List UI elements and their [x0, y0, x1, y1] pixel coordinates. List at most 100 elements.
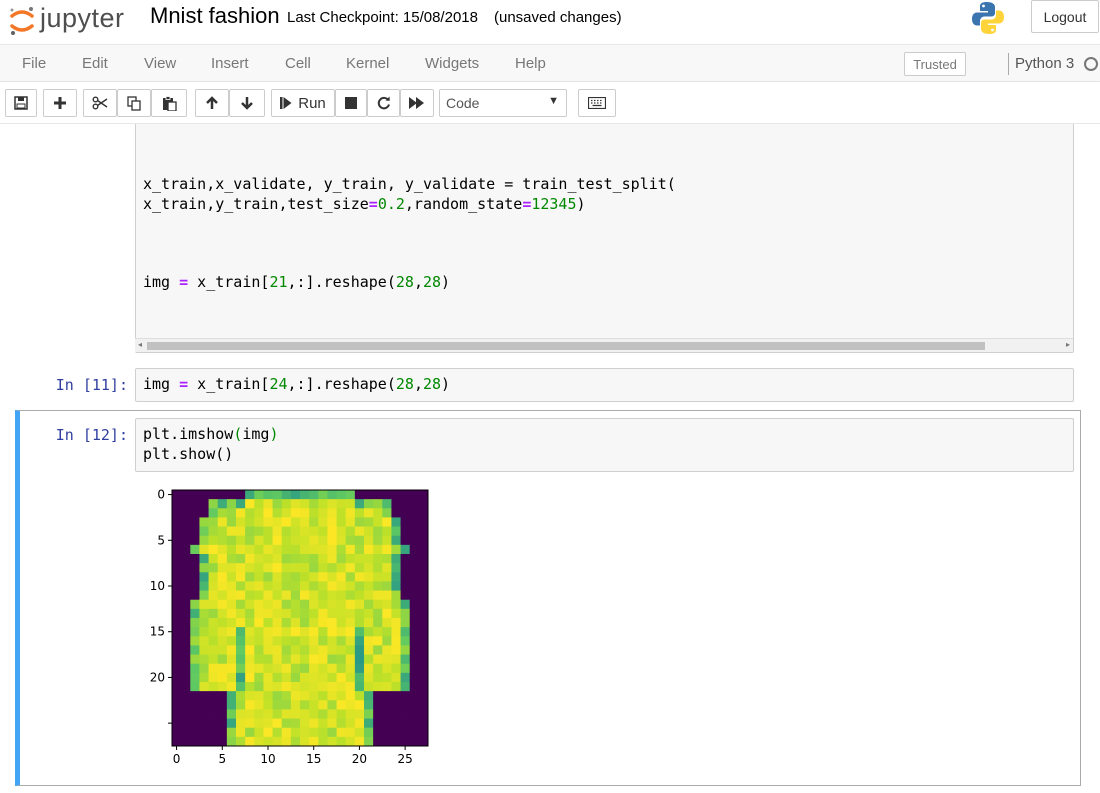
scrollbar-thumb[interactable] — [147, 342, 985, 350]
scroll-left-icon[interactable]: ◂ — [138, 340, 142, 349]
menu-edit[interactable]: Edit — [82, 55, 108, 72]
arrow-up-icon — [206, 96, 218, 109]
menu-widgets[interactable]: Widgets — [425, 55, 479, 72]
scroll-right-icon[interactable]: ▸ — [1066, 340, 1070, 349]
heatmap-cell — [172, 736, 182, 747]
save-button[interactable] — [5, 89, 37, 117]
heatmap-cell — [391, 563, 401, 573]
imshow-figure: 0 5 10 15 20 25 0 5 10 15 20 — [150, 488, 429, 766]
heatmap-cell — [327, 572, 337, 582]
heatmap-cell — [181, 672, 191, 683]
heatmap-cell — [364, 581, 374, 591]
paste-button[interactable] — [151, 89, 187, 117]
heatmap-cell — [199, 544, 209, 555]
heatmap-cell — [400, 544, 411, 555]
x-tick-label: 15 — [306, 752, 321, 766]
heatmap-cell — [364, 599, 374, 610]
heatmap-cell — [400, 672, 411, 683]
cell-type-select[interactable]: Code ▼ — [439, 89, 567, 117]
heatmap-cell — [172, 627, 182, 637]
horizontal-scrollbar[interactable]: ◂ ▸ — [135, 338, 1073, 352]
move-down-button[interactable] — [229, 89, 265, 117]
logout-button[interactable]: Logout — [1031, 0, 1099, 33]
heatmap-cell — [391, 554, 401, 564]
plus-icon — [54, 97, 66, 109]
heatmap-cell — [290, 554, 301, 564]
restart-kernel-button[interactable] — [367, 89, 400, 117]
jupyter-logo[interactable]: jupyter — [8, 3, 138, 35]
heatmap-cell — [327, 663, 337, 674]
heatmap-cell — [382, 700, 392, 710]
heatmap-cell — [281, 654, 292, 665]
heatmap-cell — [172, 663, 182, 674]
heatmap-cell — [336, 691, 347, 701]
heatmap-cell — [199, 654, 209, 665]
heatmap-cell — [190, 718, 200, 729]
heatmap-cell — [281, 544, 292, 555]
code-cell-editor[interactable]: img = x_train[24,:].reshape(28,28) — [135, 368, 1074, 402]
jupyter-orbit-icon — [10, 7, 34, 35]
heatmap-cell — [217, 700, 228, 710]
heatmap-cell — [327, 645, 337, 655]
heatmap-cell — [199, 572, 209, 582]
heatmap-cell — [254, 526, 264, 537]
heatmap-cell — [272, 709, 283, 719]
heatmap-cell — [263, 682, 273, 692]
heatmap-cell — [272, 718, 283, 729]
heatmap-cell — [254, 718, 264, 729]
heatmap-cell — [409, 581, 420, 591]
heatmap-cell — [181, 663, 191, 674]
run-button[interactable]: Run — [271, 89, 335, 117]
heatmap-cell — [245, 700, 255, 710]
heatmap-cell — [245, 535, 255, 546]
heatmap-cell — [190, 490, 200, 500]
heatmap-cell — [400, 526, 411, 537]
menu-view[interactable]: View — [144, 55, 176, 72]
heatmap-cell — [318, 554, 328, 564]
heatmap-cell — [281, 508, 292, 518]
heatmap-cell — [236, 490, 246, 500]
heatmap-cell — [354, 645, 365, 655]
cut-button[interactable] — [83, 89, 117, 117]
heatmap-cell — [217, 663, 228, 674]
heatmap-cell — [226, 654, 237, 665]
heatmap-cell — [272, 526, 283, 537]
heatmap-cell — [199, 718, 209, 729]
heatmap-cell — [364, 645, 374, 655]
restart-run-all-button[interactable] — [400, 89, 434, 117]
interrupt-kernel-button[interactable] — [335, 89, 367, 117]
paste-icon — [162, 95, 177, 111]
heatmap-cell — [354, 490, 365, 500]
heatmap-cell — [327, 554, 337, 564]
menu-insert[interactable]: Insert — [211, 55, 249, 72]
heatmap-cell — [354, 608, 365, 619]
heatmap-cell — [364, 490, 374, 500]
heatmap-cell — [236, 682, 246, 692]
heatmap-cell — [226, 672, 237, 683]
menu-kernel[interactable]: Kernel — [346, 55, 389, 72]
heatmap-cell — [290, 691, 301, 701]
code-cell-editor[interactable]: plt.imshow(img) plt.show() — [135, 418, 1074, 472]
command-palette-button[interactable] — [578, 89, 616, 117]
heatmap-cell — [327, 636, 337, 646]
heatmap-cell — [318, 526, 328, 537]
y-tick-label: 0 — [157, 488, 165, 502]
trusted-indicator[interactable]: Trusted — [904, 52, 966, 76]
menu-cell[interactable]: Cell — [285, 55, 311, 72]
heatmap-cell — [236, 700, 246, 710]
heatmap-cell — [254, 517, 264, 527]
menu-file[interactable]: File — [22, 55, 46, 72]
copy-button[interactable] — [117, 89, 151, 117]
move-up-button[interactable] — [195, 89, 229, 117]
notebook-title[interactable]: Mnist fashion — [150, 3, 280, 29]
heatmap-cell — [217, 709, 228, 719]
menu-help[interactable]: Help — [515, 55, 546, 72]
insert-cell-button[interactable] — [43, 89, 77, 117]
code-cell-editor[interactable]: x_train,x_validate, y_train, y_validate … — [135, 124, 1074, 353]
heatmap-cell — [245, 608, 255, 619]
heatmap-cell — [217, 599, 228, 610]
heatmap-cell — [245, 590, 255, 601]
heatmap-cell — [263, 554, 273, 564]
heatmap-cell — [281, 599, 292, 610]
heatmap-cell — [382, 508, 392, 518]
